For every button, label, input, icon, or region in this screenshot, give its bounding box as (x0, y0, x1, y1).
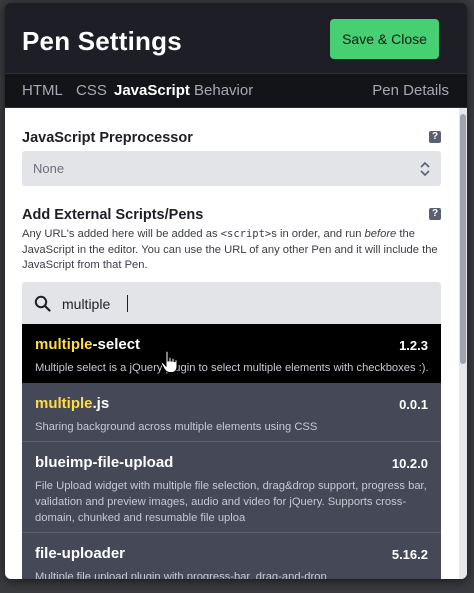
settings-tabs: HTML CSS JavaScript Behavior Pen Details (5, 73, 467, 108)
preprocessor-select-value: None (33, 161, 65, 176)
result-name: blueimp-file-upload (35, 454, 174, 471)
hand-cursor-icon (160, 350, 178, 373)
search-icon (34, 295, 51, 312)
external-scripts-label: Add External Scripts/Pens (22, 207, 204, 223)
preprocessor-label: JavaScript Preprocessor (22, 130, 193, 146)
result-version: 5.16.2 (391, 547, 428, 562)
scrollbar-thumb[interactable] (460, 114, 466, 364)
modal-title: Pen Settings (22, 26, 182, 56)
settings-content: JavaScript Preprocessor ? None Add Exter… (5, 108, 467, 579)
chevron-updown-icon (420, 161, 430, 177)
preprocessor-select[interactable]: None (22, 151, 441, 186)
search-input[interactable] (60, 290, 434, 318)
result-description: Sharing background across multiple eleme… (35, 421, 318, 433)
result-item[interactable]: blueimp-file-upload 10.2.0 File Upload w… (22, 442, 441, 533)
result-description: Multiple select is a jQuery plugin to se… (35, 362, 429, 374)
result-item[interactable]: file-uploader 5.16.2 Multiple file uploa… (22, 533, 441, 579)
external-scripts-description: Any URL's added here will be added as <s… (22, 228, 438, 271)
tab-css[interactable]: CSS (76, 82, 107, 99)
modal-header: Pen Settings Save & Close (5, 3, 467, 73)
result-item[interactable]: multiple.js 0.0.1 Sharing background acr… (22, 383, 441, 442)
text-caret (127, 295, 128, 312)
help-icon[interactable]: ? (429, 208, 441, 220)
search-results: multiple-select 1.2.3 Multiple select is… (22, 324, 441, 579)
save-close-button[interactable]: Save & Close (330, 19, 439, 59)
result-version: 10.2.0 (391, 456, 428, 471)
tab-html[interactable]: HTML (22, 82, 63, 99)
result-item[interactable]: multiple-select 1.2.3 Multiple select is… (22, 324, 441, 383)
result-name: file-uploader (35, 545, 126, 562)
tab-javascript[interactable]: JavaScript (114, 82, 190, 99)
result-version: 1.2.3 (399, 338, 428, 353)
result-name: multiple.js (35, 395, 110, 412)
scrollbar[interactable] (459, 108, 467, 579)
pen-settings-modal: Pen Settings Save & Close HTML CSS JavaS… (5, 3, 467, 579)
result-version: 0.0.1 (399, 397, 428, 412)
external-search-box[interactable] (22, 282, 441, 324)
help-icon[interactable]: ? (429, 131, 441, 143)
result-description: File Upload widget with multiple file se… (35, 480, 427, 524)
result-description: Multiple file upload plugin with progres… (35, 571, 327, 579)
tab-behavior[interactable]: Behavior (194, 82, 253, 99)
result-name: multiple-select (35, 336, 141, 353)
tab-pen-details[interactable]: Pen Details (372, 82, 449, 99)
script-tag-code: <script> (220, 228, 272, 240)
